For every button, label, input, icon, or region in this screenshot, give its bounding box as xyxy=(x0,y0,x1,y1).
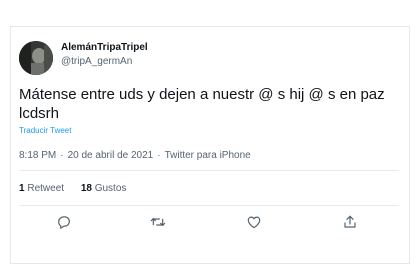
avatar-image xyxy=(19,41,53,75)
display-name[interactable]: AlemánTripaTripel xyxy=(61,42,148,53)
share-icon xyxy=(344,215,356,228)
divider xyxy=(19,170,399,171)
retweets-stat[interactable]: 1 Retweet xyxy=(19,183,64,194)
meta-separator: · xyxy=(60,150,64,161)
tweet-actions xyxy=(54,214,374,232)
likes-count: 18 xyxy=(80,183,92,194)
tweet-meta: 8:18 PM · 20 de abril de 2021 · Twitter para… xyxy=(19,150,251,161)
likes-label: Gustos xyxy=(94,183,127,194)
reply-icon xyxy=(58,216,70,229)
retweet-icon xyxy=(150,217,166,227)
like-icon xyxy=(247,216,261,229)
share-button[interactable] xyxy=(342,214,360,232)
avatar[interactable] xyxy=(19,41,53,75)
tweet-stats: 1 Retweet 18 Gustos xyxy=(19,183,140,194)
like-button[interactable] xyxy=(246,214,264,232)
divider xyxy=(19,205,399,206)
tweet-source[interactable]: Twitter para iPhone xyxy=(165,150,251,161)
translate-tweet-link[interactable]: Traducir Tweet xyxy=(19,126,71,135)
retweets-label: Retweet xyxy=(27,183,65,194)
meta-separator: · xyxy=(157,150,161,161)
likes-stat[interactable]: 18 Gustos xyxy=(81,183,127,194)
reply-button[interactable] xyxy=(56,214,74,232)
user-handle[interactable]: @tripA_germAn xyxy=(61,56,132,67)
tweet-time[interactable]: 8:18 PM xyxy=(19,150,56,161)
tweet-date[interactable]: 20 de abril de 2021 xyxy=(68,150,154,161)
retweets-count: 1 xyxy=(19,183,25,194)
screenshot-frame: AlemánTripaTripel @tripA_germAn Mátense … xyxy=(0,0,420,280)
tweet-text: Mátense entre uds y dejen a nuestr @ s h… xyxy=(19,86,385,122)
retweet-button[interactable] xyxy=(150,214,168,232)
